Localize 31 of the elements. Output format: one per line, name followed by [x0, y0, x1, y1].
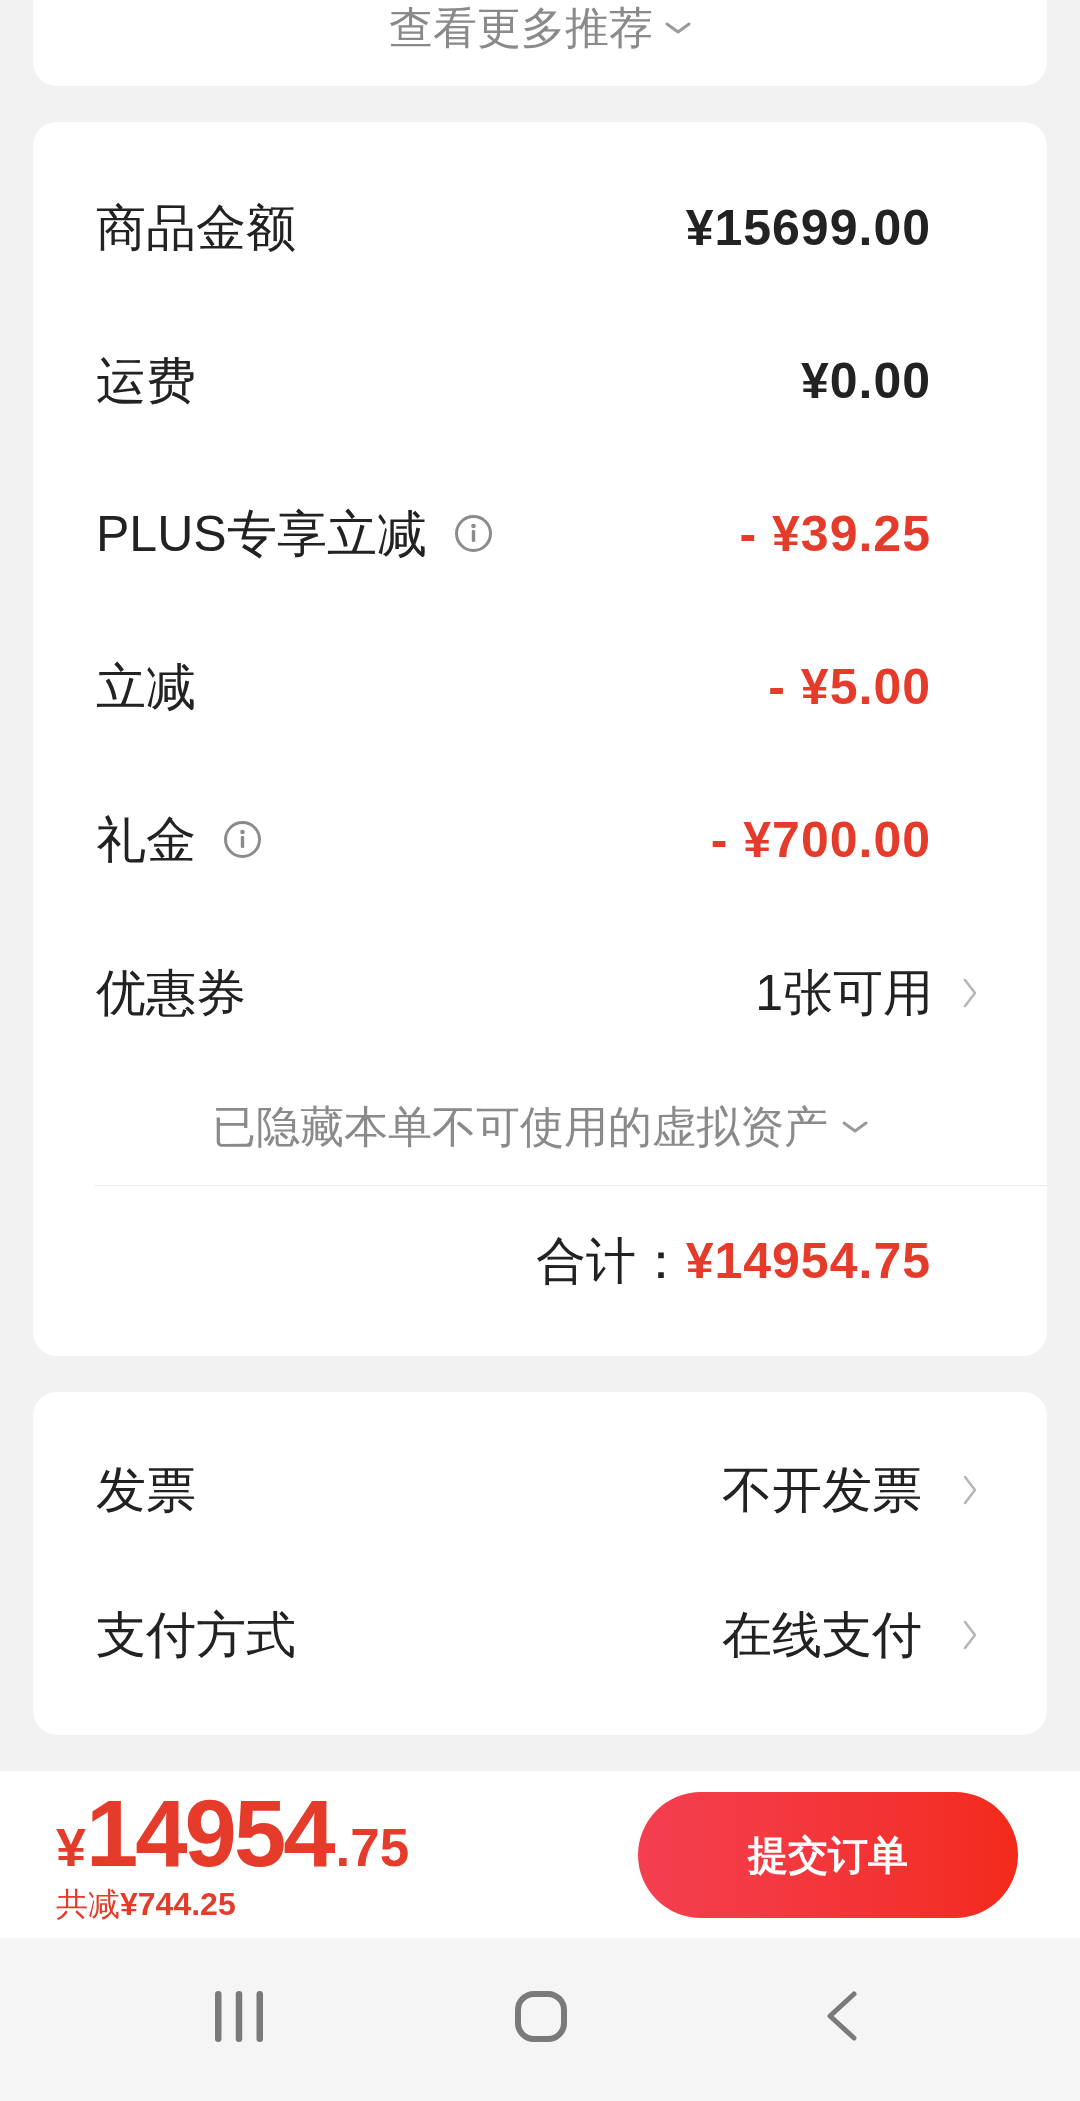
row-label: 商品金额	[96, 198, 296, 257]
row-label: 发票	[96, 1460, 196, 1519]
info-icon[interactable]	[224, 821, 261, 858]
total-amount: ¥14954.75	[685, 1231, 931, 1290]
info-icon[interactable]	[454, 515, 492, 552]
back-icon[interactable]	[826, 1991, 857, 2041]
row-label: 礼金	[96, 810, 196, 869]
submit-order-button[interactable]: 提交订单	[638, 1791, 1018, 1918]
chevron-right-icon	[963, 1619, 977, 1650]
selector-button[interactable]: 不开发票	[722, 1460, 977, 1519]
chevron-down-icon	[842, 1121, 868, 1133]
row-label: 支付方式	[96, 1605, 296, 1664]
row-label: PLUS专享立减	[96, 504, 427, 563]
discount-amount: - ¥700.00	[710, 810, 931, 869]
recent-apps-icon[interactable]	[215, 1991, 263, 2042]
chevron-right-icon	[963, 1474, 977, 1505]
amount-value: ¥0.00	[800, 351, 931, 410]
row-label: 优惠券	[96, 963, 246, 1022]
chevron-right-icon	[963, 977, 977, 1008]
row-label: 立减	[96, 657, 196, 716]
payable-price: ¥14954.75	[56, 1786, 410, 1881]
amount-value: ¥15699.00	[685, 198, 931, 257]
discount-amount: - ¥5.00	[768, 657, 931, 716]
row-label: 运费	[96, 351, 196, 410]
total-label: 合计：	[535, 1231, 686, 1290]
selector-button[interactable]: 1张可用	[755, 963, 977, 1022]
selector-button[interactable]: 在线支付	[722, 1605, 977, 1664]
chevron-down-icon	[665, 22, 691, 34]
home-icon[interactable]	[515, 1991, 567, 2042]
discount-amount: - ¥39.25	[739, 504, 931, 563]
savings-text: 共减¥744.25	[56, 1884, 237, 1923]
